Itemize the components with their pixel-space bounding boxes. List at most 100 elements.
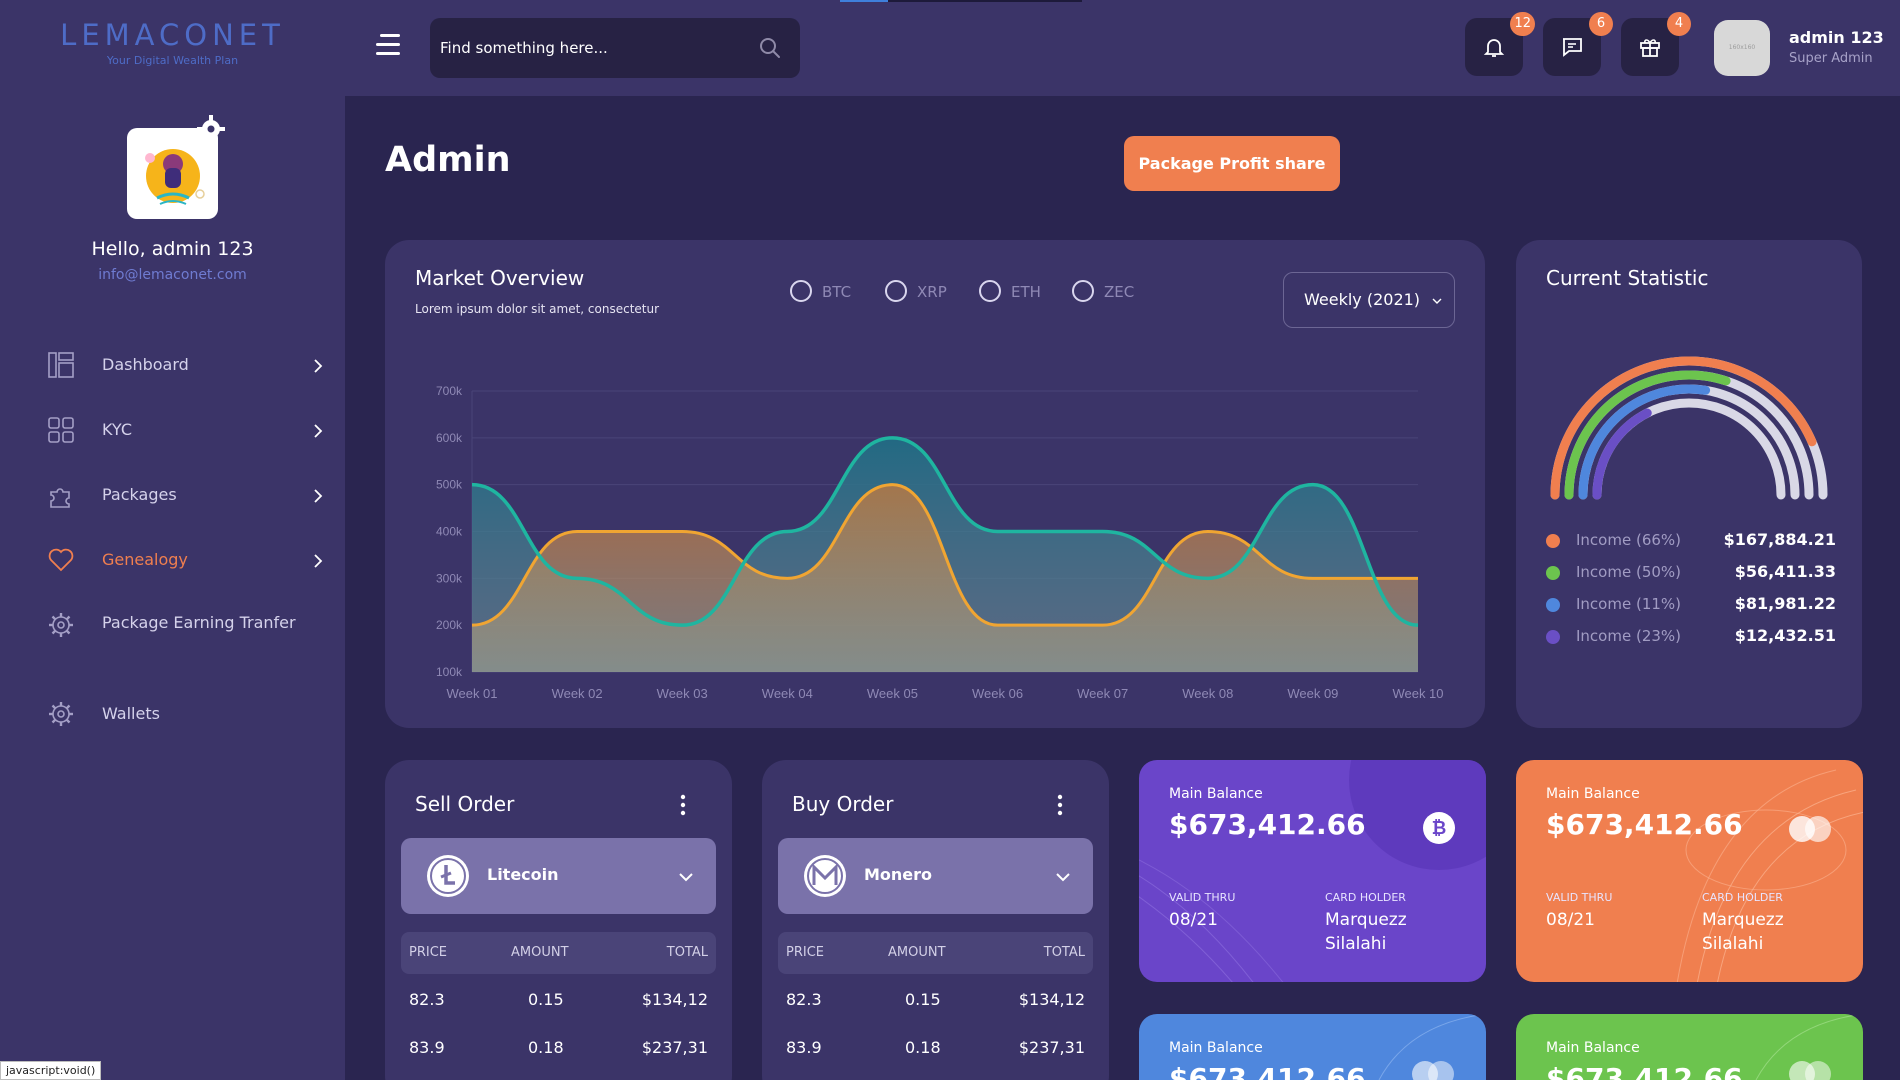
price-cell: 82.3 [409, 990, 445, 1009]
x-tick-label: Week 05 [867, 686, 918, 701]
table-row[interactable]: 82.3 0.15 $134,12 [401, 990, 716, 1014]
gifts-badge: 4 [1667, 12, 1691, 36]
statistic-value: $81,981.22 [1734, 594, 1836, 613]
radio-icon [979, 280, 1001, 302]
user-email: info@lemaconet.com [98, 267, 247, 283]
total-cell: $134,12 [641, 990, 708, 1009]
buy-order-card: Buy Order Monero PRICE AMOUNT TOTAL 82.3… [762, 760, 1109, 1080]
column-header: PRICE [786, 945, 824, 960]
x-tick-label: Week 09 [1287, 686, 1338, 701]
filter-label: ETH [1011, 283, 1041, 301]
sidebar-item-kyc[interactable]: KYC [48, 415, 328, 445]
y-tick-label: 300k [436, 571, 463, 585]
package-profit-share-button[interactable]: Package Profit share [1124, 136, 1340, 191]
sell-coin-select[interactable]: Litecoin [401, 838, 716, 914]
logo-tagline: Your Digital Wealth Plan [106, 54, 239, 67]
sidebar-item-label: Package Earning Tranfer [102, 613, 296, 632]
y-tick-label: 400k [436, 525, 463, 539]
x-tick-label: Week 08 [1182, 686, 1233, 701]
sidebar-item-packages[interactable]: Packages [48, 480, 328, 510]
coin-name: Monero [864, 865, 933, 884]
browser-status-bar: javascript:void() [0, 1061, 102, 1080]
gauge-track [1592, 398, 1786, 500]
loading-bar-track [888, 0, 1082, 2]
balance-card-purple[interactable]: Main Balance $673,412.66 ₿ VALID THRU 08… [1139, 760, 1486, 982]
more-options-icon[interactable] [1057, 794, 1063, 816]
loading-bar [840, 0, 888, 2]
x-tick-label: Week 03 [657, 686, 708, 701]
statistic-value: $167,884.21 [1723, 530, 1836, 549]
search-input[interactable]: Find something here... [440, 39, 608, 57]
statistic-label: Income (66%) [1576, 531, 1682, 549]
card-holder-label: CARD HOLDER [1702, 891, 1783, 904]
radio-icon [790, 280, 812, 302]
buy-order-title: Buy Order [792, 792, 894, 816]
market-overview-card: Market Overview Lorem ipsum dolor sit am… [385, 240, 1485, 728]
radio-icon [885, 280, 907, 302]
bell-icon [1483, 39, 1505, 57]
user-name[interactable]: admin 123 [1789, 28, 1884, 47]
sidebar-item-wallets[interactable]: Wallets [48, 699, 328, 729]
statistic-row: Income (23%) $12,432.51 [1546, 626, 1836, 646]
sidebar-item-label: Wallets [102, 704, 160, 723]
valid-thru-label: VALID THRU [1169, 891, 1236, 904]
table-row[interactable]: 83.9 0.18 $237,31 [778, 1038, 1093, 1062]
amount-cell: 0.15 [905, 990, 941, 1009]
user-role: Super Admin [1789, 51, 1873, 66]
sidebar-item-package-earning-transfer[interactable]: Package Earning Tranfer [48, 610, 328, 666]
brand-logo[interactable]: LEMACONET Your Digital Wealth Plan [30, 18, 315, 67]
market-title: Market Overview [415, 266, 585, 290]
sidebar-item-genealogy[interactable]: Genealogy [48, 545, 328, 575]
greeting-text: Hello, admin 123 [91, 238, 254, 260]
sidebar-item-label: Dashboard [102, 355, 189, 374]
y-tick-label: 500k [436, 478, 463, 492]
x-tick-label: Week 10 [1392, 686, 1443, 701]
balance-card-blue[interactable]: Main Balance $673,412.66 [1139, 1014, 1486, 1080]
card-holder-value: Marquezz Silalahi [1702, 910, 1784, 954]
sidebar-item-dashboard[interactable]: Dashboard [48, 350, 328, 380]
total-cell: $237,31 [1018, 1038, 1085, 1057]
litecoin-icon [427, 855, 469, 897]
column-header: TOTAL [1043, 945, 1085, 960]
x-tick-label: Week 02 [552, 686, 603, 701]
logo-text: LEMACONET [60, 18, 285, 52]
chevron-right-icon [314, 554, 323, 568]
bitcoin-icon: ₿ [1423, 812, 1455, 844]
filter-label: XRP [917, 283, 947, 301]
x-tick-label: Week 04 [762, 686, 813, 701]
user-avatar[interactable]: 160x160 [1714, 20, 1770, 76]
statistic-row: Income (50%) $56,411.33 [1546, 562, 1836, 582]
column-header: AMOUNT [511, 945, 569, 960]
balance-amount: $673,412.66 [1546, 1062, 1743, 1080]
notifications-button[interactable]: 12 [1465, 12, 1535, 76]
balance-card-green[interactable]: Main Balance $673,412.66 [1516, 1014, 1863, 1080]
messages-button[interactable]: 6 [1543, 12, 1613, 76]
y-tick-label: 600k [436, 431, 463, 445]
y-tick-label: 700k [436, 384, 463, 398]
market-subtitle: Lorem ipsum dolor sit amet, consectetur [415, 302, 660, 316]
menu-toggle-icon[interactable] [376, 34, 400, 58]
sidebar-item-label: KYC [102, 420, 132, 439]
search-icon[interactable] [758, 36, 782, 60]
balance-amount: $673,412.66 [1169, 1062, 1366, 1080]
amount-cell: 0.15 [528, 990, 564, 1009]
legend-dot [1546, 630, 1560, 644]
search-box[interactable]: Find something here... [430, 18, 800, 78]
gifts-button[interactable]: 4 [1621, 12, 1691, 76]
more-options-icon[interactable] [680, 794, 686, 816]
filter-label: BTC [822, 283, 852, 301]
chevron-down-icon [1056, 873, 1070, 882]
coin-name: Litecoin [487, 865, 559, 884]
balance-amount: $673,412.66 [1169, 808, 1366, 841]
sell-order-title: Sell Order [415, 792, 515, 816]
table-row[interactable]: 82.3 0.15 $134,12 [778, 990, 1093, 1014]
table-row[interactable]: 83.9 0.18 $237,31 [401, 1038, 716, 1062]
svg-text:₿: ₿ [1432, 818, 1447, 839]
sidebar-item-label: Genealogy [102, 550, 188, 569]
balance-card-orange[interactable]: Main Balance $673,412.66 VALID THRU 08/2… [1516, 760, 1863, 982]
column-header: AMOUNT [888, 945, 946, 960]
buy-coin-select[interactable]: Monero [778, 838, 1093, 914]
profile-settings-icon[interactable] [196, 114, 226, 144]
period-select[interactable]: Weekly (2021) [1283, 272, 1455, 328]
statistic-row: Income (66%) $167,884.21 [1546, 530, 1836, 550]
